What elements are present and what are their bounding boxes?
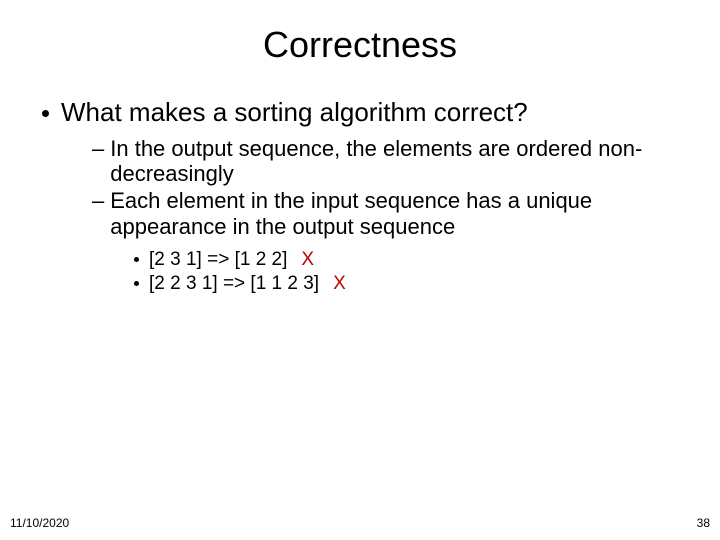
slide-title: Correctness	[0, 0, 720, 78]
slide-content: What makes a sorting algorithm correct? …	[0, 78, 720, 295]
sub-bullet-text: In the output sequence, the elements are…	[110, 136, 700, 187]
sub-bullet-item: – Each element in the input sequence has…	[92, 188, 700, 239]
sub-bullet-item: – In the output sequence, the elements a…	[92, 136, 700, 187]
bullet-level1: What makes a sorting algorithm correct?	[20, 98, 700, 128]
invalid-mark-icon: X	[301, 249, 314, 271]
example-list: [2 3 1] => [1 2 2] X [2 2 3 1] => [1 1 2…	[134, 249, 700, 295]
dash-icon: –	[92, 188, 104, 213]
footer-page-number: 38	[697, 516, 710, 530]
invalid-mark-icon: X	[333, 273, 346, 295]
dash-icon: –	[92, 136, 104, 161]
footer-date: 11/10/2020	[10, 516, 69, 530]
bullet-dot-icon	[134, 257, 139, 262]
example-text: [2 2 3 1] => [1 1 2 3]	[149, 273, 319, 295]
example-text: [2 3 1] => [1 2 2]	[149, 249, 287, 271]
sub-bullet-text: Each element in the input sequence has a…	[110, 188, 700, 239]
slide: Correctness What makes a sorting algorit…	[0, 0, 720, 540]
example-item: [2 3 1] => [1 2 2] X	[134, 249, 700, 271]
bullet-dot-icon	[42, 110, 49, 117]
example-item: [2 2 3 1] => [1 1 2 3] X	[134, 273, 700, 295]
bullet-level1-text: What makes a sorting algorithm correct?	[61, 98, 528, 128]
sub-bullet-list: – In the output sequence, the elements a…	[92, 136, 700, 239]
bullet-dot-icon	[134, 281, 139, 286]
